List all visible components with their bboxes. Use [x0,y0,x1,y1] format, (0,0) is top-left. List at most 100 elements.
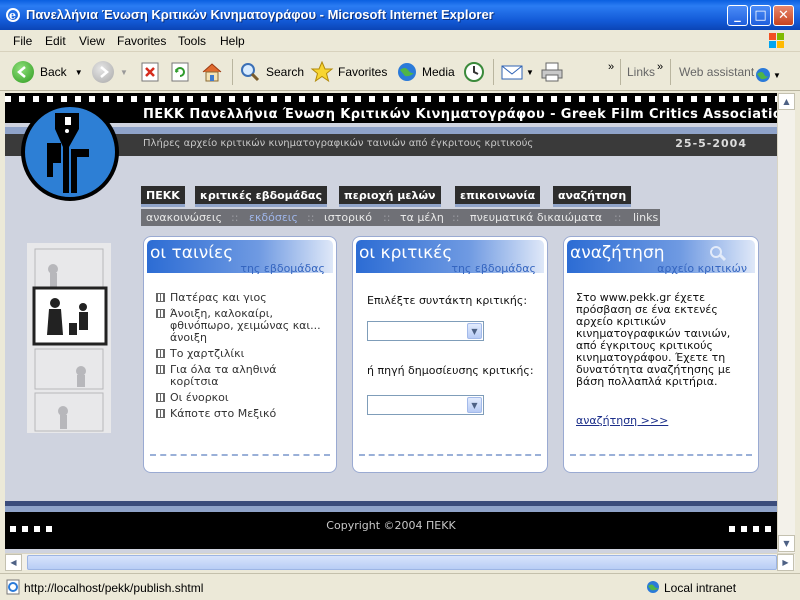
subnav-separator: :: [231,211,239,224]
subnav-history[interactable]: ιστορικό [324,211,372,224]
mail-dropdown-icon[interactable]: ▼ [526,68,534,77]
source-select[interactable]: ▼ [367,395,484,415]
links-label[interactable]: Links [627,60,655,84]
subnav-links[interactable]: links [633,211,658,224]
horizontal-scroll-thumb[interactable] [27,555,777,570]
close-button[interactable]: ✕ [773,5,794,26]
critics-box-subtitle: της εβδομάδας [451,262,536,275]
search-description: Στο www.pekk.gr έχετε πρόσβαση σε ένα εκ… [576,291,731,388]
film-bullet-icon [156,309,165,318]
subnav-copyright[interactable]: πνευματικά δικαιώματα [470,211,602,224]
scroll-right-icon[interactable]: ▶ [777,554,794,571]
menu-view[interactable]: View [79,34,105,48]
search-box-title: αναζήτηση [570,243,665,263]
critics-box: οι κριτικές της εβδομάδας Επιλέξτε συντά… [352,236,548,473]
ie-icon: e [6,8,20,22]
search-box-header: αναζήτηση αρχείο κριτικών [567,240,755,275]
magnifier-icon [710,246,727,262]
forward-arrow-icon [92,61,114,83]
menu-file[interactable]: File [13,34,32,48]
refresh-button[interactable] [170,60,190,84]
film-reel-logo-icon [47,113,89,193]
list-item[interactable]: Οι ένορκοι [156,392,326,404]
nav-search[interactable]: αναζήτηση [553,186,632,207]
page-viewport: ΠΕΚΚ Πανελλήνια Ένωση Κριτικών Κινηματογ… [5,93,777,553]
window-title: Πανελλήνια Ένωση Κριτικών Κινηματογράφου… [26,7,494,22]
forward-button[interactable]: ▼ [92,60,128,84]
list-item[interactable]: Άνοιξη, καλοκαίρι, φθινόπωρο, χειμώνας κ… [156,308,326,344]
films-box-divider [150,454,330,456]
back-label: Back [40,65,67,79]
subnav-announcements[interactable]: ανακοινώσεις [146,211,222,224]
favorites-label: Favorites [338,65,388,79]
scroll-left-icon[interactable]: ◀ [5,554,22,571]
scroll-down-icon[interactable]: ▼ [778,535,795,552]
minimize-button[interactable]: _ [727,5,748,26]
site-tagline: Πλήρες αρχείο κριτικών κινηματογραφικών … [143,138,534,149]
film-hole [46,526,52,532]
maximize-button[interactable]: □ [750,5,771,26]
films-box-subtitle: της εβδομάδας [240,262,325,275]
search-icon [241,63,260,82]
chevron-down-icon[interactable]: ▼ [467,323,482,339]
scroll-up-icon[interactable]: ▲ [778,93,795,110]
subnav-members[interactable]: τα μέλη [400,211,444,224]
film-hole [765,526,771,532]
menu-tools[interactable]: Tools [178,34,206,48]
list-item[interactable]: Κάποτε στο Μεξικό [156,408,326,420]
nav-contact[interactable]: επικοινωνία [455,186,541,207]
history-button[interactable] [462,60,486,84]
stop-icon [141,62,159,82]
author-select[interactable]: ▼ [367,321,484,341]
media-button[interactable]: Media [396,60,455,84]
links-chevron-icon[interactable]: » [657,55,663,79]
print-button[interactable] [540,60,564,84]
back-arrow-icon [12,61,34,83]
search-label: Search [266,65,305,79]
nav-pekk[interactable]: ΠΕΚΚ [141,186,185,207]
list-item[interactable]: Πατέρας και γιος [156,292,326,304]
toolbar-separator [493,59,494,85]
search-button[interactable]: Search [238,60,304,84]
windows-logo-icon [769,33,784,48]
list-item[interactable]: Το χαρτζιλίκι [156,348,326,360]
source-select-label: ή πηγή δημοσίευσης κριτικής: [367,364,534,377]
film-hole [34,526,40,532]
header-blue-band [5,127,777,134]
svg-text:e: e [9,9,16,22]
horizontal-scrollbar[interactable]: ◀ ▶ [5,553,795,571]
back-dropdown-icon[interactable]: ▼ [75,68,83,77]
subnav-publications[interactable]: εκδόσεις [249,211,298,224]
title-bar[interactable]: e Πανελλήνια Ένωση Κριτικών Κινηματογράφ… [0,0,800,30]
film-bullet-icon [156,393,165,402]
nav-members-area[interactable]: περιοχή μελών [339,186,441,207]
menu-help[interactable]: Help [220,34,245,48]
web-assistant-dropdown-icon[interactable]: ▼ [773,63,781,87]
search-link[interactable]: αναζήτηση >>> [576,414,668,427]
stop-button[interactable] [140,60,160,84]
chevron-icon[interactable]: » [608,55,614,79]
menu-edit[interactable]: Edit [45,34,66,48]
forward-dropdown-icon[interactable]: ▼ [120,68,128,77]
web-assistant-globe-icon[interactable] [754,63,772,87]
home-icon [202,63,222,82]
web-assistant-label[interactable]: Web assistant [679,60,754,84]
film-bullet-icon [156,349,165,358]
films-box: οι ταινίες της εβδομάδας Πατέρας και γιο… [143,236,337,473]
chevron-down-icon[interactable]: ▼ [467,397,482,413]
favorites-button[interactable]: Favorites [310,60,387,84]
intranet-icon [647,581,659,593]
author-select-label: Επιλέξτε συντάκτη κριτικής: [367,294,528,307]
back-button[interactable]: Back ▼ [12,60,83,84]
toolbar-separator [232,59,233,85]
tagline-band: Πλήρες αρχείο κριτικών κινηματογραφικών … [5,134,777,156]
film-strip-header: ΠΕΚΚ Πανελλήνια Ένωση Κριτικών Κινηματογ… [5,93,777,123]
vertical-scrollbar[interactable]: ▲ ▼ [777,93,795,553]
film-hole [10,526,16,532]
nav-weekly-reviews[interactable]: κριτικές εβδομάδας [195,186,327,207]
mail-button[interactable]: ▼ [500,60,534,84]
pekk-logo[interactable] [21,103,119,201]
menu-favorites[interactable]: Favorites [117,34,166,48]
home-button[interactable] [200,60,224,84]
list-item[interactable]: Για όλα τα αληθινά κορίτσια [156,364,326,388]
